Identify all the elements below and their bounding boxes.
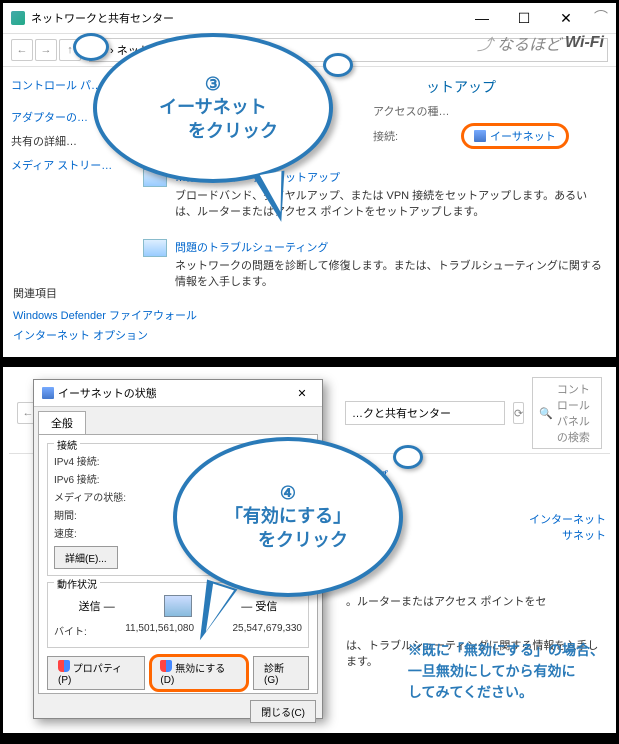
nav-back-button[interactable]: ←: [11, 39, 33, 61]
dialog-title: イーサネットの状態: [58, 385, 157, 401]
bytes-sent-value: 11,501,561,080: [125, 623, 194, 638]
logo-swoosh-icon: ⤴: [477, 31, 493, 55]
panel-step4: ← → ↑ …クと共有センター ⟳ 🔍 コントロール パネルの検索 ップ インタ…: [0, 364, 619, 736]
bubble-sub-3: [393, 445, 423, 469]
diagnose-button[interactable]: 診断(G): [253, 656, 309, 690]
close-button[interactable]: ✕: [546, 7, 586, 29]
dialog-close-button[interactable]: ✕: [290, 387, 314, 400]
troubleshoot-link[interactable]: 問題のトラブルシューティング: [175, 239, 606, 255]
ethernet-link[interactable]: イーサネット: [461, 123, 569, 149]
troubleshoot-desc: ネットワークの問題を診断して修復します。または、トラブルシューティングに関する情…: [175, 257, 606, 289]
refresh-button[interactable]: ⟳: [513, 402, 524, 424]
tab-general[interactable]: 全般: [38, 411, 86, 434]
troubleshoot-icon: [143, 239, 167, 257]
bubble-sub-2: [73, 33, 109, 61]
nav-forward-button[interactable]: →: [35, 39, 57, 61]
window-titlebar: ネットワークと共有センター — ☐ ✕ ⌒: [3, 3, 616, 34]
media-streaming-link[interactable]: メディア ストリー…: [11, 157, 125, 173]
close-dialog-button[interactable]: 閉じる(C): [250, 700, 316, 723]
properties-button[interactable]: プロパティ(P): [47, 656, 145, 690]
bg-setup-link[interactable]: ップ: [366, 467, 606, 483]
callout-text-4b: をクリック: [228, 529, 348, 552]
bubble-sub-1: [323, 53, 353, 77]
bytes-recv-value: 25,547,679,330: [232, 623, 302, 638]
related-links: 関連項目 Windows Defender ファイアウォール インターネット オ…: [13, 285, 197, 347]
search-input[interactable]: 🔍 コントロール パネルの検索: [532, 377, 602, 449]
shield-icon: [58, 660, 70, 672]
instruction-note: ※既に「無効にする」の場合、 一旦無効にしてから有効に してみてください。: [408, 640, 604, 703]
new-connection-desc: ブロードバンド、ダイヤルアップ、または VPN 接続をセットアップします。あるい…: [175, 187, 606, 219]
computer-activity-icon: [164, 595, 192, 617]
callout-bubble-4: ④ 「有効にする」 をクリック: [173, 437, 403, 597]
defender-firewall-link[interactable]: Windows Defender ファイアウォール: [13, 307, 197, 323]
connection-group-label: 接続: [54, 437, 80, 452]
window-title: ネットワークと共有センター: [31, 10, 174, 26]
sent-label: 送信 —: [79, 598, 115, 614]
bytes-label: バイト:: [54, 623, 87, 638]
ipv6-label: IPv6 接続:: [54, 471, 100, 486]
access-type-label: アクセスの種…: [373, 103, 453, 119]
internet-options-link[interactable]: インターネット オプション: [13, 327, 197, 343]
disable-button[interactable]: 無効にする(D): [149, 654, 249, 692]
ethernet-icon-small: [42, 387, 54, 399]
ipv4-label: IPv4 接続:: [54, 453, 100, 468]
callout-text-3a: イーサネット: [159, 96, 267, 119]
troubleshoot-block: 問題のトラブルシューティング ネットワークの問題を診断して修復します。または、ト…: [143, 239, 606, 289]
callout-number-4: ④: [280, 482, 296, 505]
speed-label: 速度:: [54, 525, 77, 540]
search-icon: 🔍: [539, 407, 553, 420]
activity-group-label: 動作状況: [54, 576, 100, 591]
network-center-icon: [11, 11, 25, 25]
media-state-label: メディアの状態:: [54, 489, 126, 504]
bg-ethernet-link[interactable]: サネット: [562, 530, 606, 542]
callout-text-4a: 「有効にする」: [225, 505, 351, 528]
watermark-logo: ⤴ なるほど Wi-Fi: [477, 31, 604, 55]
bg-setup-desc: 。ルーターまたはアクセス ポイントをセ: [346, 593, 606, 609]
related-label: 関連項目: [13, 285, 197, 301]
connections-label: 接続:: [373, 128, 453, 144]
callout-number-3: ③: [205, 73, 221, 96]
ethernet-icon: [474, 130, 486, 142]
duration-label: 期間:: [54, 507, 77, 522]
breadcrumb-2[interactable]: …クと共有センター: [345, 401, 505, 425]
details-button[interactable]: 詳細(E)...: [54, 546, 118, 569]
bg-internet-link[interactable]: インターネット: [529, 514, 606, 526]
callout-text-3b: をクリック: [148, 120, 278, 143]
minimize-button[interactable]: —: [462, 7, 502, 29]
maximize-button[interactable]: ☐: [504, 7, 544, 29]
callout-bubble-3: ③ イーサネット をクリック: [93, 33, 333, 183]
wifi-signal-icon: ⌒: [594, 7, 608, 29]
received-label: — 受信: [241, 598, 277, 614]
panel-step3: ネットワークと共有センター — ☐ ✕ ⌒ ← → ↑ … › ネットワークと共…: [0, 0, 619, 360]
shield-icon-2: [160, 660, 172, 672]
